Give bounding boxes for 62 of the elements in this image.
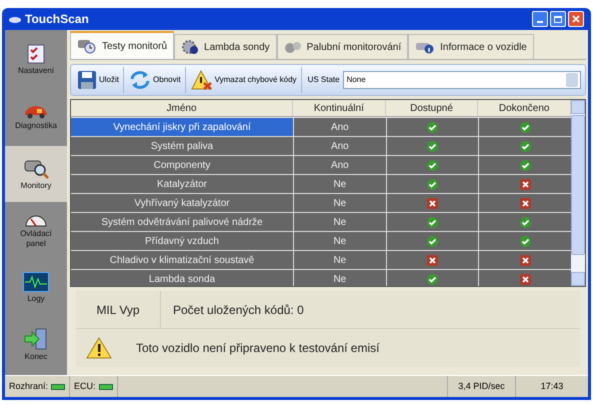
toolbar-button[interactable]: Uložit: [75, 67, 124, 93]
close-button[interactable]: [568, 11, 584, 27]
sidebar-item[interactable]: Diagnostika: [5, 88, 67, 146]
sidebar-item[interactable]: Ovládací panel: [5, 202, 67, 260]
table-cell[interactable]: Chladivo v klimatizační soustavě: [71, 251, 293, 269]
app-icon: [9, 15, 21, 23]
close-icon: [572, 15, 580, 23]
tab[interactable]: Lambda sondy: [174, 34, 277, 59]
tab[interactable]: Testy monitorů: [70, 31, 174, 59]
refresh-icon: [129, 70, 152, 90]
state-label: US State: [308, 74, 340, 86]
sidebar-item[interactable]: Nastavení: [5, 32, 67, 89]
table-cell: Ne: [294, 213, 386, 231]
ecu-label: ECU:: [74, 380, 96, 393]
pid-rate: 3,4 PID/sec: [458, 380, 505, 393]
toolbar-button[interactable]: Vymazat chybové kódy: [188, 67, 302, 93]
column-header[interactable]: Kontinuální: [293, 100, 386, 116]
gauge-icon: [24, 212, 48, 227]
table-cell: Ano: [294, 137, 386, 155]
warning-icon: [190, 70, 213, 90]
gear-icon: [181, 39, 200, 55]
interface-label: Rozhraní:: [9, 380, 48, 393]
table-cell: Ne: [294, 194, 386, 212]
table-cell: Ano: [294, 156, 386, 174]
table-cell[interactable]: Katalyzátor: [71, 175, 293, 193]
column-header[interactable]: Dostupné: [386, 100, 478, 116]
stored-codes-count: Počet uložených kódů: 0: [172, 302, 304, 318]
table-cell[interactable]: Systém paliva: [71, 137, 293, 155]
table-cell[interactable]: Vynechání jiskry při zapalování: [71, 118, 293, 136]
table-cell: Ano: [294, 118, 386, 136]
table-cell: Ne: [294, 232, 386, 250]
table-cell: Ne: [294, 175, 386, 193]
tab[interactable]: Informace o vozidle: [408, 34, 534, 59]
sidebar-item[interactable]: Logy: [5, 259, 67, 316]
car-icon: [23, 103, 49, 120]
table-cell[interactable]: Lambda sonda: [71, 270, 293, 286]
tab[interactable]: Palubní monitorování: [276, 34, 408, 59]
maximize-button[interactable]: [550, 11, 566, 27]
sidebar-item[interactable]: Konec: [5, 316, 67, 373]
table-cell[interactable]: Přídavný vzduch: [71, 232, 293, 250]
table-cell[interactable]: Vyhřívaný katalyzátor: [71, 194, 293, 212]
scrollbar[interactable]: [571, 100, 585, 286]
clock-icon: [77, 38, 97, 54]
sidebar-item[interactable]: Monitory: [5, 146, 67, 202]
state-dropdown[interactable]: None: [342, 71, 581, 89]
table-cell[interactable]: Componenty: [71, 156, 293, 174]
minimize-button[interactable]: [532, 11, 548, 27]
mil-status: MIL Vyp: [95, 302, 141, 318]
emission-warning: Toto vozidlo není připraveno k testování emisí: [136, 340, 380, 357]
toolbar-button[interactable]: Obnovit: [127, 67, 186, 93]
info-icon: [415, 40, 436, 54]
table-cell[interactable]: Systém odvětrávání palivové nádrže: [71, 213, 293, 231]
clock-time: 17:43: [540, 380, 564, 393]
exit-icon: [24, 328, 48, 350]
window-title: TouchScan: [25, 11, 89, 28]
table-cell: Ne: [294, 251, 386, 269]
table-cell: Ne: [294, 270, 386, 286]
save-icon: [77, 70, 97, 90]
wave-icon: [23, 272, 49, 292]
column-header[interactable]: Jméno: [71, 100, 293, 116]
checklist-icon: [27, 44, 45, 64]
warning-icon: [86, 337, 112, 359]
